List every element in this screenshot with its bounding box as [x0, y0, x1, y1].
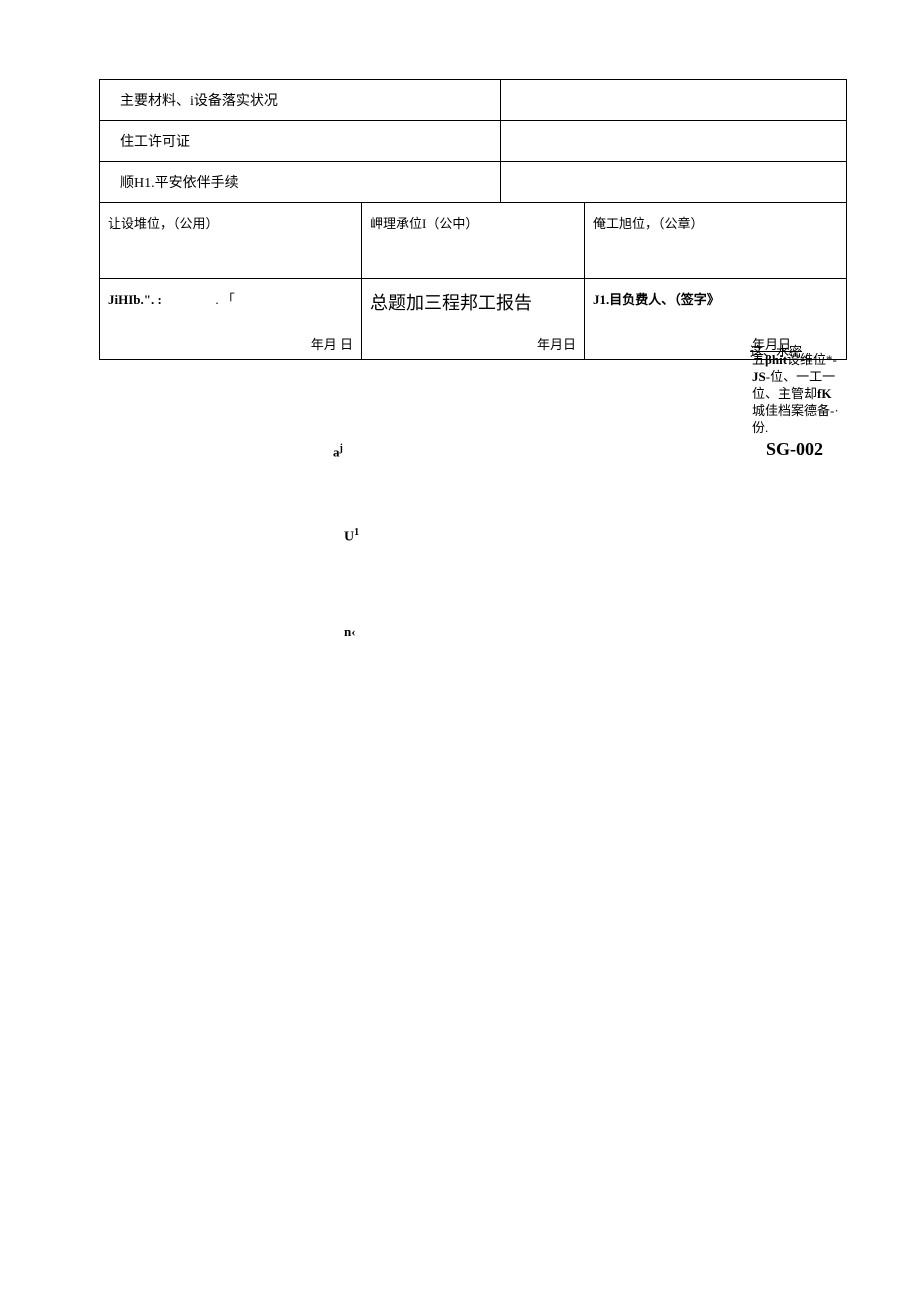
row-materials: 主要材料、i设备落实状况: [100, 80, 847, 121]
materials-label-cell: 主要材料、i设备落实状况: [100, 80, 501, 121]
row-permit: 住工许可证: [100, 121, 847, 162]
safety-label: 顺H1.平安依伴手续: [120, 176, 239, 191]
materials-value-cell: [501, 80, 847, 121]
signature-header-row: 让设堆位，（公用） 岬理承位I（公中） 俺工旭位，（公章）: [100, 203, 847, 279]
distribution-note: 五βhit设维位*- JS-位、一工一 位、主管却fK 城佳档案德备-· 份.: [752, 352, 852, 436]
sig-unit-2: 岬理承位I（公中）: [362, 203, 585, 279]
bottom-col1-fragment-a: JiHIb.". :: [108, 292, 162, 307]
stray-text-n: n‹: [344, 624, 356, 640]
bottom-col-3: J1.目负费人、（签字》 年月日: [585, 279, 847, 360]
form-table: 主要材料、i设备落实状况 住工许可证 顺H1.平安依伴手续 让设堆位，（公用） …: [99, 79, 847, 360]
bottom-col1-date: 年月 日: [311, 334, 353, 353]
permit-label-cell: 住工许可证: [100, 121, 501, 162]
note-line-5: 份.: [752, 420, 852, 437]
sig-unit-2-label: 岬理承位I（公中）: [370, 216, 478, 231]
report-title: 总题加三程邦工报告: [370, 293, 532, 313]
note-line-1: 五βhit设维位*-: [752, 352, 852, 369]
sig-unit-1: 让设堆位，（公用）: [100, 203, 362, 279]
bottom-col2-date: 年月日: [537, 334, 576, 353]
row-safety: 顺H1.平安依伴手续: [100, 162, 847, 203]
materials-label: 主要材料、i设备落实状况: [120, 94, 278, 109]
sig-unit-1-label: 让设堆位，（公用）: [108, 216, 219, 231]
safety-value-cell: [501, 162, 847, 203]
sig-unit-3: 俺工旭位，（公章）: [585, 203, 847, 279]
stray-text-a: aj: [333, 443, 343, 460]
note-line-3: 位、主管却fK: [752, 386, 852, 403]
permit-label: 住工许可证: [120, 135, 190, 150]
permit-value-cell: [501, 121, 847, 162]
note-line-2: JS-位、一工一: [752, 369, 852, 386]
note-line-4: 城佳档案德备-·: [752, 403, 852, 420]
sig-unit-3-label: 俺工旭位，（公章）: [593, 216, 704, 231]
bottom-col3-label: J1.目负费人、（签字》: [593, 292, 720, 307]
signature-bottom-row: JiHIb.". : . 「 年月 日 总题加三程邦工报告 年月日 J1.目负费…: [100, 279, 847, 360]
bottom-col-2: 总题加三程邦工报告 年月日: [362, 279, 585, 360]
document-code: SG-002: [766, 439, 823, 460]
safety-label-cell: 顺H1.平安依伴手续: [100, 162, 501, 203]
bottom-col-1: JiHIb.". : . 「 年月 日: [100, 279, 362, 360]
stray-text-u: U1: [344, 527, 359, 546]
bottom-col1-fragment-b: . 「: [215, 292, 235, 307]
